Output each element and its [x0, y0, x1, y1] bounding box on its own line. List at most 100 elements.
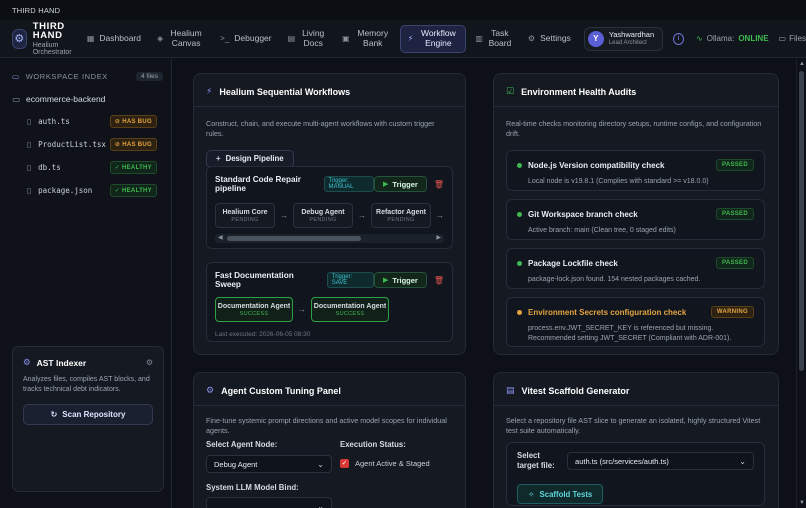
activity-icon: ∿: [696, 34, 703, 43]
last-executed-text: Last executed: 2026-06-05 08:30: [215, 331, 311, 338]
trigger-button[interactable]: ▶ Trigger: [374, 272, 427, 288]
agent-node-select[interactable]: Debug Agent ⌄: [206, 455, 332, 473]
cpu-icon: ⚙: [23, 357, 31, 367]
arrow-right-icon: →: [298, 305, 306, 314]
file-item-productlist[interactable]: ▯ ProductList.tsx ⊘ HAS BUG: [0, 133, 171, 156]
agent-active-checkbox[interactable]: ✓ Agent Active & Staged: [340, 459, 430, 468]
file-item-db[interactable]: ▯ db.ts ✓ HEALTHY: [0, 156, 171, 179]
model-bind-label: System LLM Model Bind:: [206, 483, 299, 492]
pipeline-node[interactable]: Documentation Agent SUCCESS: [311, 297, 389, 322]
health-check-item: Git Workspace branch check PASSED Active…: [506, 199, 765, 240]
status-badge: ✓ HEALTHY: [109, 184, 157, 197]
status-badge: PASSED: [715, 159, 754, 171]
workflow-icon: ⚡: [407, 34, 414, 43]
board-icon: ▥: [475, 34, 483, 43]
main-nav: ▦ Dashboard ◈ Healium Canvas >_ Debugger ▤ L…: [80, 20, 578, 57]
trash-icon[interactable]: 🗑: [434, 180, 444, 189]
wand-icon: ✧: [528, 489, 535, 499]
arrow-right-icon: →: [358, 211, 366, 220]
status-dot: [517, 309, 522, 315]
agent-tuning-panel: ⚙ Agent Custom Tuning Panel Fine-tune sys…: [193, 372, 466, 508]
nav-dashboard[interactable]: ▦ Dashboard: [80, 25, 148, 53]
grid-icon: ▦: [86, 34, 95, 43]
status-badge: ⊘ HAS BUG: [109, 138, 157, 151]
panel-title: Agent Custom Tuning Panel: [221, 385, 341, 396]
canvas-icon: ◈: [156, 34, 164, 43]
status-dot: [517, 211, 522, 217]
user-name: Yashwardhan: [608, 30, 655, 40]
folder-icon: ▭: [12, 71, 20, 81]
flask-icon: ▤: [506, 385, 515, 395]
user-profile-chip[interactable]: Y Yashwardhan Lead Architect: [583, 26, 664, 51]
file-count-badge: 4 files: [136, 71, 163, 81]
sequential-workflows-panel: ⚡ Healium Sequential Workflows Construct,…: [193, 73, 466, 355]
ast-description: Analyzes files, compiles AST blocks, and…: [23, 376, 150, 394]
nav-living-docs[interactable]: ▤ Living Docs: [281, 25, 334, 53]
main-content: ⚡ Healium Sequential Workflows Construct,…: [173, 59, 795, 508]
scrollbar-thumb[interactable]: [227, 236, 361, 241]
trigger-tag: Trigger: MANUAL: [323, 176, 375, 192]
files-button[interactable]: ▭ Files: [779, 34, 806, 43]
execution-status-label: Execution Status:: [340, 440, 406, 449]
file-item-auth[interactable]: ▯ auth.ts ⊘ HAS BUG: [0, 110, 171, 133]
scroll-left-icon[interactable]: ◀: [218, 234, 223, 243]
nav-task-board[interactable]: ▥ Task Board: [468, 25, 519, 53]
top-navigation-bar: ⚙ THIRD HAND Healium Orchestrator ▦ Dashb…: [0, 20, 806, 58]
panel-title: Healium Sequential Workflows: [219, 86, 351, 97]
file-icon: ▯: [27, 186, 32, 195]
brand-logo[interactable]: ⚙ THIRD HAND Healium Orchestrator: [0, 20, 80, 56]
chevron-down-icon: ⌄: [739, 456, 746, 466]
folder-icon: ▭: [12, 93, 21, 104]
ollama-status-value: ONLINE: [738, 34, 769, 43]
brand-title: THIRD HAND: [32, 20, 65, 41]
scroll-down-icon[interactable]: ▼: [797, 500, 806, 506]
health-audits-panel: ☑ Environment Health Audits Real-time che…: [493, 73, 779, 355]
nav-workflow-engine[interactable]: ⚡ Workflow Engine: [399, 24, 467, 53]
pipeline-node[interactable]: Refactor Agent PENDING: [371, 203, 431, 228]
refresh-icon: ↻: [50, 410, 58, 420]
nav-debugger[interactable]: >_ Debugger: [213, 25, 278, 53]
target-file-select[interactable]: auth.ts (src/services/auth.ts) ⌄: [567, 452, 754, 470]
scroll-up-icon[interactable]: ▲: [797, 61, 806, 67]
nav-healium-canvas[interactable]: ◈ Healium Canvas: [150, 25, 211, 53]
pipeline-node[interactable]: Documentation Agent SUCCESS: [215, 297, 293, 322]
scrollbar-thumb[interactable]: [799, 71, 804, 371]
repo-folder[interactable]: ▭ ecommerce-backend: [0, 88, 171, 110]
horizontal-scrollbar[interactable]: ◀ ▶: [215, 234, 444, 243]
workflow-card-code-repair: Standard Code Repair pipeline Trigger: MA…: [206, 166, 453, 249]
pipeline-node[interactable]: Debug Agent PENDING: [293, 203, 353, 228]
ast-indexer-card: ⚙ AST Indexer ⚙ Analyzes files, compiles …: [12, 346, 164, 492]
scroll-right-icon[interactable]: ▶: [436, 234, 441, 243]
cpu-icon: ⚙: [12, 28, 27, 49]
window-titlebar: THIRD HAND: [0, 0, 806, 20]
file-item-package[interactable]: ▯ package.json ✓ HEALTHY: [0, 179, 171, 202]
play-icon: ▶: [383, 181, 389, 188]
model-bind-select[interactable]: ⌄: [206, 497, 332, 508]
scaffold-tests-button[interactable]: ✧ Scaffold Tests: [517, 484, 604, 504]
nav-memory-bank[interactable]: ▣ Memory Bank: [335, 25, 398, 53]
user-role: Lead Architect: [608, 39, 647, 46]
status-badge: PASSED: [715, 257, 754, 269]
status-dot: [517, 260, 522, 266]
folder-icon: ▭: [778, 34, 787, 43]
scan-repository-button[interactable]: ↻ Scan Repository: [23, 404, 153, 426]
vertical-scrollbar[interactable]: ▲ ▼: [796, 59, 806, 508]
info-icon[interactable]: i: [673, 32, 685, 45]
window-title: THIRD HAND: [12, 5, 61, 15]
trash-icon[interactable]: 🗑: [434, 276, 444, 285]
chevron-down-icon: ⌄: [317, 459, 324, 469]
target-file-label: Select target file:: [517, 451, 555, 471]
health-check-item: Node.js Version compatibility check PASS…: [506, 150, 765, 191]
workflow-card-doc-sweep: Fast Documentation Sweep Trigger: SAVE ▶ T…: [206, 262, 453, 342]
workspace-index-header: ▭ WORKSPACE INDEX 4 files: [0, 67, 171, 85]
settings-icon[interactable]: ⚙: [146, 358, 153, 367]
status-dot: [517, 162, 522, 168]
status-badge: WARNING: [710, 306, 754, 318]
trigger-button[interactable]: ▶ Trigger: [374, 176, 427, 192]
trigger-tag: Trigger: SAVE: [326, 272, 375, 288]
nav-settings[interactable]: ⚙ Settings: [521, 25, 578, 53]
document-icon: ▤: [287, 34, 296, 43]
plus-icon: +: [216, 154, 221, 164]
file-icon: ▯: [27, 140, 32, 149]
pipeline-node[interactable]: Healium Core PENDING: [215, 203, 275, 228]
